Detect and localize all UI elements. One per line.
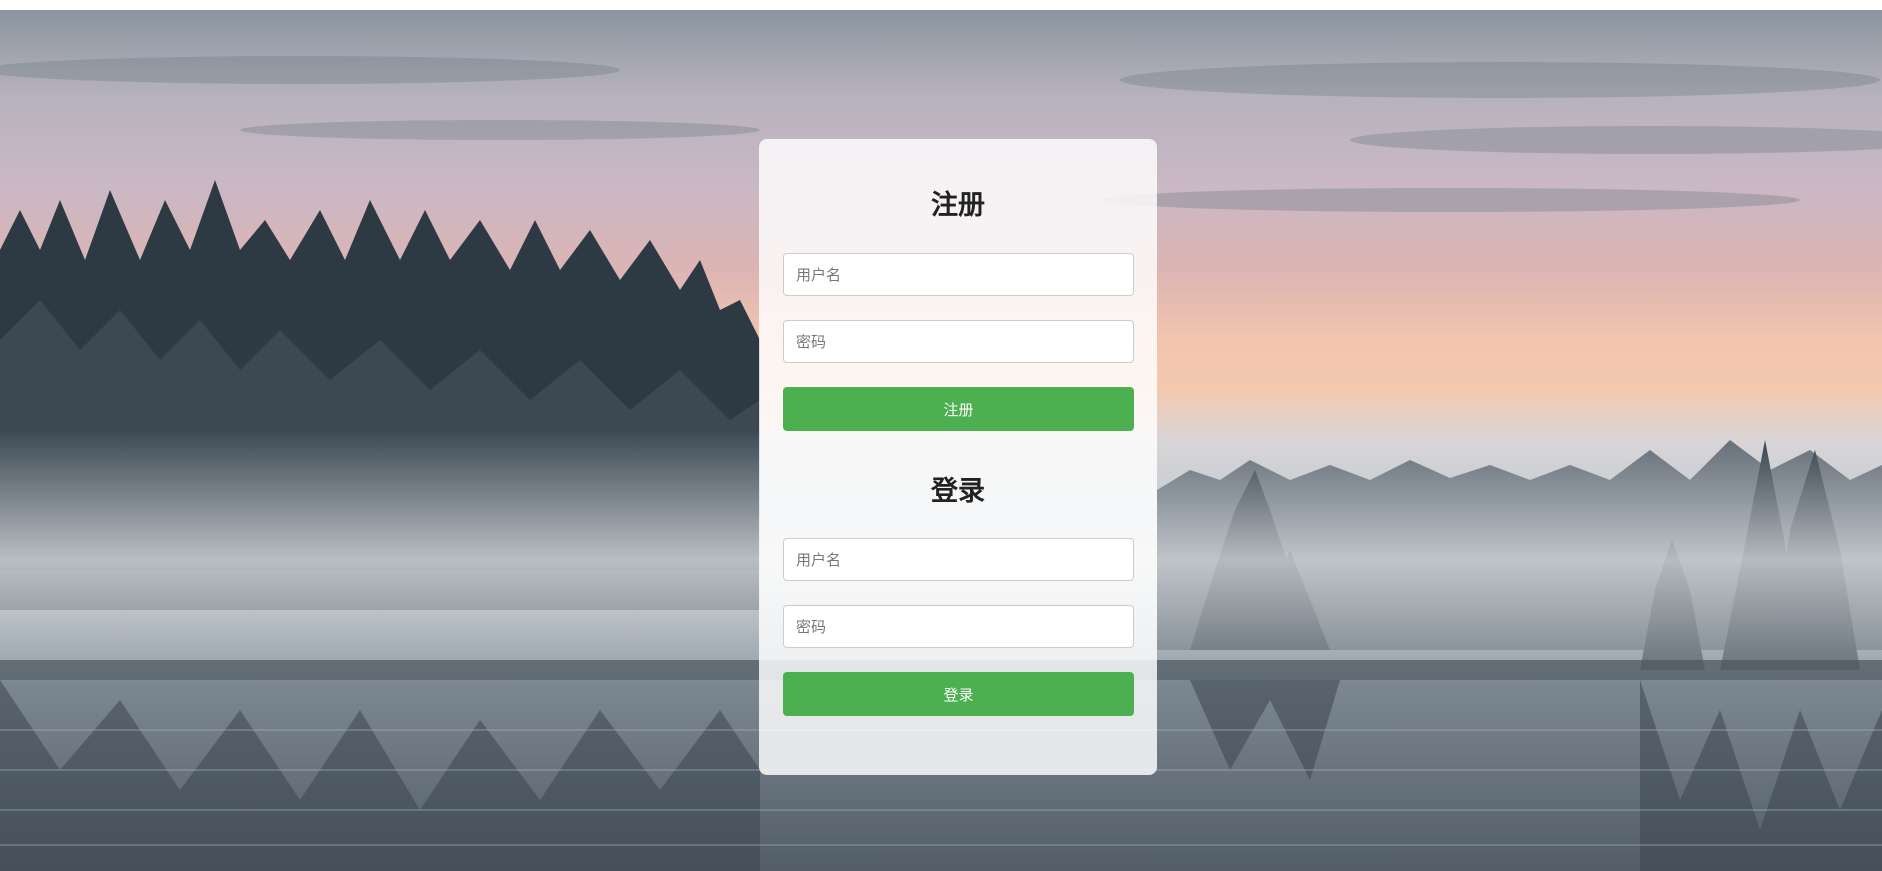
login-password-input[interactable] bbox=[783, 605, 1134, 648]
login-username-input[interactable] bbox=[783, 538, 1134, 581]
register-password-input[interactable] bbox=[783, 320, 1134, 363]
register-username-input[interactable] bbox=[783, 253, 1134, 296]
auth-card: 注册 注册 登录 登录 bbox=[759, 139, 1157, 775]
top-strip bbox=[0, 0, 1882, 10]
login-title: 登录 bbox=[931, 476, 985, 507]
login-button[interactable]: 登录 bbox=[783, 672, 1134, 716]
register-title: 注册 bbox=[931, 190, 985, 221]
register-button[interactable]: 注册 bbox=[783, 387, 1134, 431]
